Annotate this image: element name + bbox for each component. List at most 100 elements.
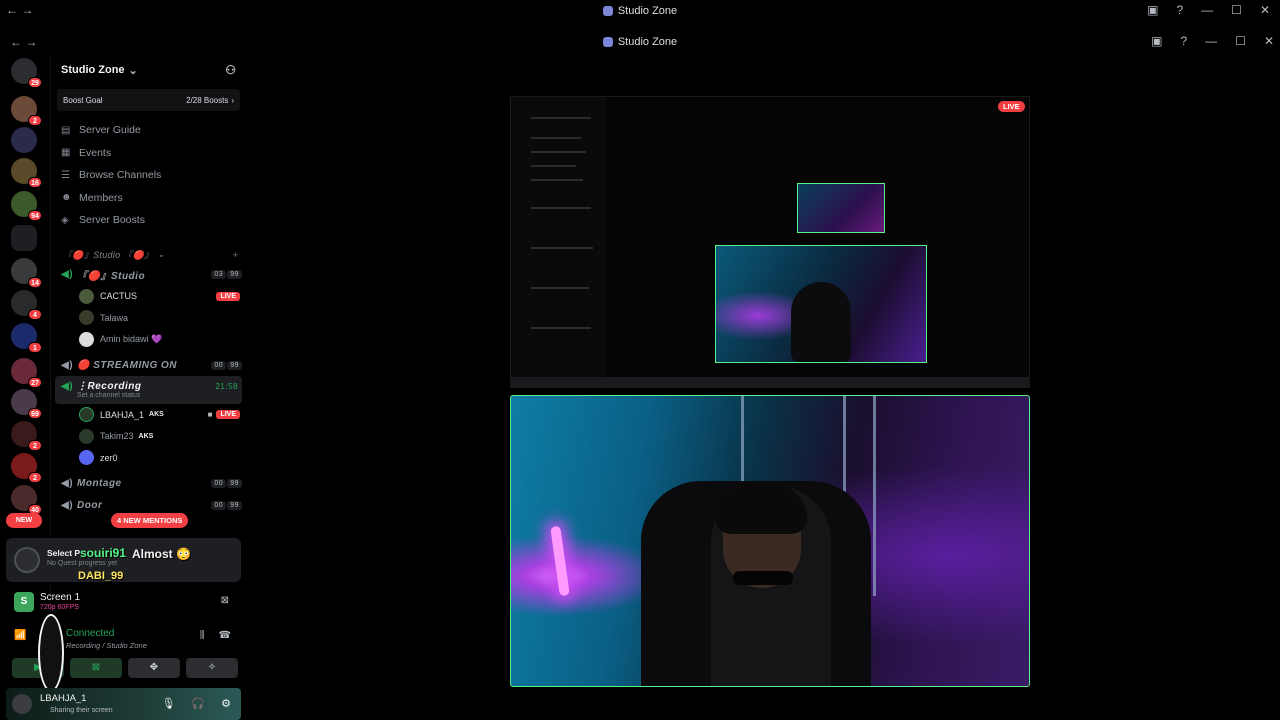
maximize-icon[interactable]: ☐ [1231, 3, 1242, 17]
voice-member[interactable]: Talawa [51, 307, 246, 329]
speaker-icon: ◀) [61, 269, 74, 280]
server-badge: 27 [28, 377, 42, 388]
new-mentions-pill[interactable]: 4 NEW MENTIONS [111, 513, 189, 528]
preview-line [531, 327, 591, 329]
signal-icon[interactable]: 📶 [14, 630, 26, 641]
inner-close-icon[interactable]: ✕ [1264, 34, 1274, 48]
inner-window-title: Studio Zone [602, 36, 678, 48]
server-icon-12[interactable]: 2 [11, 453, 42, 483]
stop-stream-icon[interactable]: ⊠ [221, 595, 229, 606]
chat-overlay-username-2: DABI_99 [78, 570, 124, 582]
server-icon-7[interactable]: 4 [11, 290, 42, 320]
menu-label: Browse Channels [79, 169, 162, 182]
clan-tag: AKS [149, 411, 164, 419]
voice-member[interactable]: LBAHJA_1 AKS ■ LIVE [51, 404, 246, 426]
server-header[interactable]: Studio Zone ⌄ ⚇ [51, 55, 246, 85]
server-icon-3[interactable]: 16 [11, 158, 42, 188]
light-stick [550, 525, 570, 597]
live-badge: LIVE [998, 101, 1025, 112]
headphones-icon[interactable]: 🎧 [191, 697, 205, 710]
back-forward-icon[interactable]: ← → [6, 3, 33, 17]
home-badge: 29 [28, 77, 42, 88]
voice-channel-montage[interactable]: ◀) Montage 00 99 [51, 473, 246, 495]
menu-browse-channels[interactable]: ☰ Browse Channels [51, 164, 246, 187]
server-badge: 4 [28, 309, 42, 320]
webcam-video[interactable] [510, 395, 1030, 687]
live-badge: LIVE [216, 291, 240, 301]
server-icon-1[interactable]: 2 [11, 96, 42, 126]
screen-share-icon: S [14, 592, 34, 612]
user-count: 00 [211, 479, 227, 488]
server-icon-6[interactable]: 14 [11, 258, 42, 288]
preview-line [531, 179, 583, 181]
voice-controls: ⫼ ☎ [200, 630, 231, 641]
guide-icon: ▤ [61, 124, 71, 136]
user-name: LBAHJA_1 [40, 693, 87, 704]
menu-events[interactable]: ▦ Events [51, 142, 246, 165]
inner-help-icon[interactable]: ? [1180, 34, 1187, 48]
inner-back-forward-icon[interactable]: ← → [10, 35, 37, 49]
server-icon-13[interactable]: 40 [11, 485, 42, 515]
disconnect-icon[interactable]: ☎ [219, 630, 231, 641]
help-icon[interactable]: ? [1176, 3, 1183, 17]
server-icon-10[interactable]: 69 [11, 389, 42, 419]
chevron-down-icon: ⌄ [128, 64, 138, 77]
inner-window-title-text: Studio Zone [617, 36, 678, 48]
clan-tag: AKS [138, 432, 154, 440]
speaker-icon: ◀) [61, 478, 74, 489]
server-badge: 14 [28, 277, 42, 288]
window-controls: ▣ ? — ☐ ✕ [1147, 3, 1270, 17]
server-icon-2[interactable] [11, 127, 37, 153]
add-channel-icon[interactable]: + [232, 250, 238, 260]
menu-members[interactable]: ☻ Members [51, 187, 246, 210]
user-limit: 99 [227, 360, 242, 370]
inbox-icon[interactable]: ▣ [1147, 3, 1158, 17]
channel-name: ⋮Recording [77, 381, 142, 392]
server-icon-9[interactable]: 27 [11, 358, 42, 388]
activities-button[interactable]: ✥ [128, 658, 180, 678]
quest-subtitle: No Quest progress yet [47, 560, 118, 567]
channel-category[interactable]: 『🔴』Studio 『🔴』 ⌄ + [51, 246, 246, 264]
inner-inbox-icon[interactable]: ▣ [1151, 34, 1162, 48]
settings-icon[interactable]: ⚙ [221, 697, 231, 710]
microphone-icon[interactable]: 🎙 [161, 697, 175, 710]
server-badge: 2 [28, 472, 42, 483]
folder-icon[interactable] [11, 225, 37, 251]
window-titlebar: ← → Studio Zone ▣ ? — ☐ ✕ [0, 0, 1280, 22]
voice-member[interactable]: Takim23 AKS [51, 426, 246, 448]
overlay-avatar-sticker [38, 614, 64, 692]
server-icon-8[interactable]: 1 [11, 323, 42, 353]
noise-suppression-icon[interactable]: ⫼ [200, 630, 205, 641]
avatar [79, 288, 94, 304]
menu-server-boosts[interactable]: ◈ Server Boosts [51, 209, 246, 232]
voice-member[interactable]: CACTUS LIVE [51, 286, 246, 308]
close-icon[interactable]: ✕ [1260, 3, 1270, 17]
user-avatar[interactable] [12, 694, 32, 714]
voice-channel-recording[interactable]: ◀) ⋮Recording 21:58 Set a channel status [55, 376, 242, 404]
background-pillar [873, 396, 876, 596]
menu-server-guide[interactable]: ▤ Server Guide [51, 119, 246, 142]
home-discord-icon[interactable]: 29 [11, 58, 42, 88]
preview-line [531, 247, 593, 249]
invite-people-icon[interactable]: ⚇ [225, 63, 236, 77]
inner-maximize-icon[interactable]: ☐ [1235, 34, 1246, 48]
voice-channel-streaming[interactable]: ◀) 🔴 STREAMING ON 00 99 [51, 354, 246, 376]
quest-panel[interactable]: Select P No Quest progress yet [6, 538, 241, 582]
boost-goal-bar[interactable]: Boost Goal 2/28 Boosts › [57, 89, 240, 111]
channel-name: Door [77, 500, 103, 511]
new-servers-pill[interactable]: NEW [6, 513, 42, 528]
screen-share-button[interactable]: ⊠ [70, 658, 122, 678]
user-panel: LBAHJA_1 Sharing their screen 🎙 🎧 ⚙ [6, 688, 241, 720]
voice-location[interactable]: Recording / Studio Zone [66, 641, 147, 650]
minimize-icon[interactable]: — [1201, 3, 1213, 17]
window-title-text: Studio Zone [617, 5, 678, 17]
server-icon-4[interactable]: 94 [11, 191, 42, 221]
voice-member[interactable]: zer0 [51, 447, 246, 469]
channel-status[interactable]: Set a channel status [61, 392, 242, 399]
voice-member[interactable]: Amin bidawi 💜 [51, 329, 246, 351]
soundboard-button[interactable]: ✧ [186, 658, 238, 678]
stream-preview[interactable] [510, 96, 1030, 388]
voice-channel-studio[interactable]: ◀) 『🔴』Studio 03 99 [51, 264, 246, 286]
server-icon-11[interactable]: 2 [11, 421, 42, 451]
inner-minimize-icon[interactable]: — [1205, 34, 1217, 48]
